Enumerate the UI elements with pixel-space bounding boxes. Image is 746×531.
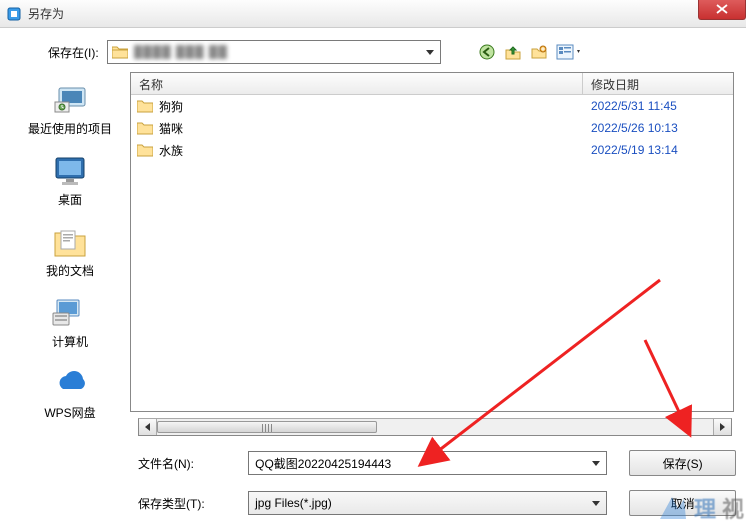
- file-row[interactable]: 水族 2022/5/19 13:14: [131, 139, 733, 161]
- recent-icon: [51, 82, 89, 118]
- dialog-body: 保存在(I): ████ ███ ██: [0, 28, 746, 516]
- location-row: 保存在(I): ████ ███ ██: [48, 40, 736, 64]
- sidebar-item-computer[interactable]: 计算机: [10, 291, 130, 358]
- sidebar-item-label: 我的文档: [46, 262, 94, 279]
- location-combo[interactable]: ████ ███ ██: [107, 40, 441, 64]
- watermark-logo-icon: [656, 491, 690, 525]
- new-folder-icon[interactable]: [529, 42, 549, 62]
- file-list-header: 名称 修改日期: [131, 73, 733, 95]
- save-button[interactable]: 保存(S): [629, 450, 736, 476]
- file-list-panel: 名称 修改日期 狗狗 2022/5/31 11:45 猫咪 2022/5/26 …: [130, 72, 734, 412]
- sidebar-item-label: WPS网盘: [44, 404, 95, 421]
- file-list[interactable]: 狗狗 2022/5/31 11:45 猫咪 2022/5/26 10:13 水族…: [131, 95, 733, 411]
- file-row[interactable]: 狗狗 2022/5/31 11:45: [131, 95, 733, 117]
- file-name: 狗狗: [159, 98, 583, 115]
- col-name-header[interactable]: 名称: [131, 73, 583, 94]
- app-icon: [6, 6, 22, 22]
- filename-dropdown-arrow[interactable]: [588, 454, 604, 472]
- filename-value: QQ截图20220425194443: [255, 455, 391, 472]
- watermark-text: 视: [722, 492, 746, 524]
- file-date: 2022/5/31 11:45: [583, 99, 733, 113]
- file-name: 猫咪: [159, 120, 583, 137]
- sidebar-item-label: 最近使用的项目: [28, 120, 112, 137]
- window-buttons: [698, 0, 746, 20]
- filetype-select[interactable]: jpg Files(*.jpg): [248, 491, 607, 515]
- wps-cloud-icon: [51, 366, 89, 402]
- sidebar-item-wps[interactable]: WPS网盘: [10, 362, 130, 429]
- sidebar-item-documents[interactable]: 我的文档: [10, 220, 130, 287]
- folder-icon: [137, 121, 153, 135]
- watermark: 理 视: [656, 491, 746, 525]
- bottom-controls: 文件名(N): QQ截图20220425194443 保存(S) 保存类型(T)…: [138, 450, 736, 516]
- sidebar-item-recent[interactable]: 最近使用的项目: [10, 78, 130, 145]
- location-value: ████ ███ ██: [134, 45, 436, 59]
- filetype-dropdown-arrow[interactable]: [588, 494, 604, 512]
- nav-icon-group: [477, 42, 585, 62]
- sidebar-item-label: 桌面: [58, 191, 82, 208]
- folder-icon: [137, 99, 153, 113]
- sidebar-item-label: 计算机: [52, 333, 88, 350]
- close-button[interactable]: [698, 0, 746, 20]
- up-icon[interactable]: [503, 42, 523, 62]
- scroll-left-arrow[interactable]: [139, 419, 157, 435]
- views-icon[interactable]: [555, 42, 585, 62]
- filetype-label: 保存类型(T):: [138, 495, 230, 512]
- desktop-icon: [51, 153, 89, 189]
- file-date: 2022/5/26 10:13: [583, 121, 733, 135]
- col-date-header[interactable]: 修改日期: [583, 73, 733, 94]
- main-area: 最近使用的项目 桌面 我的文档 计算机: [10, 72, 736, 412]
- documents-icon: [51, 224, 89, 260]
- places-sidebar: 最近使用的项目 桌面 我的文档 计算机: [10, 72, 130, 412]
- filetype-value: jpg Files(*.jpg): [255, 496, 332, 510]
- folder-icon: [112, 45, 128, 59]
- folder-icon: [137, 143, 153, 157]
- save-in-label: 保存在(I):: [48, 44, 99, 61]
- computer-icon: [51, 295, 89, 331]
- horizontal-scrollbar[interactable]: [138, 418, 732, 436]
- file-date: 2022/5/19 13:14: [583, 143, 733, 157]
- location-dropdown-arrow[interactable]: [422, 43, 438, 61]
- filename-label: 文件名(N):: [138, 455, 230, 472]
- watermark-text: 理: [694, 492, 718, 524]
- title-bar: 另存为: [0, 0, 746, 28]
- window-title: 另存为: [28, 5, 64, 22]
- scroll-thumb[interactable]: [157, 421, 377, 433]
- filename-input[interactable]: QQ截图20220425194443: [248, 451, 607, 475]
- scroll-right-arrow[interactable]: [713, 419, 731, 435]
- file-name: 水族: [159, 142, 583, 159]
- file-row[interactable]: 猫咪 2022/5/26 10:13: [131, 117, 733, 139]
- back-icon[interactable]: [477, 42, 497, 62]
- sidebar-item-desktop[interactable]: 桌面: [10, 149, 130, 216]
